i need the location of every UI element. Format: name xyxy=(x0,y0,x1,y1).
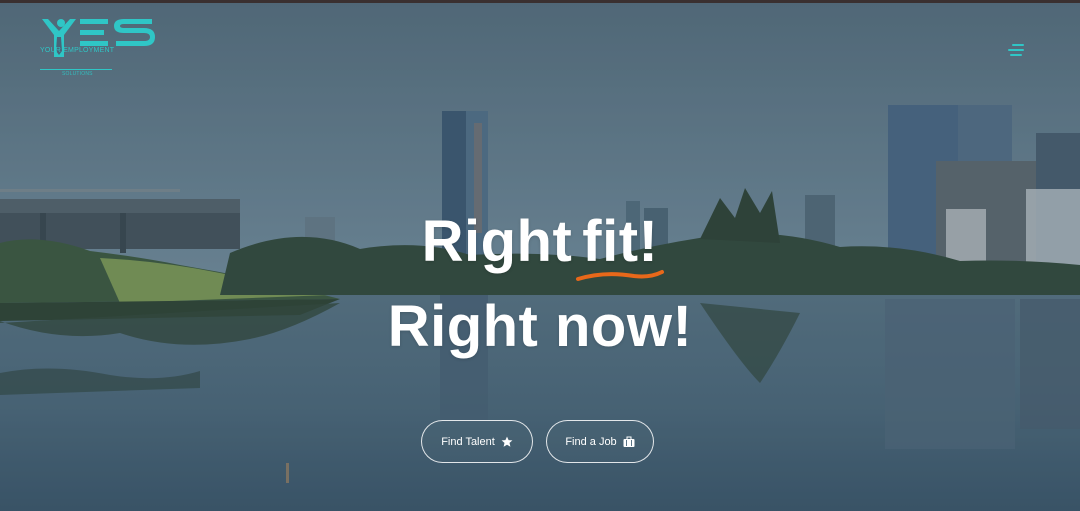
menu-bar-top xyxy=(1012,44,1024,46)
briefcase-icon xyxy=(623,436,635,448)
menu-bar-bottom xyxy=(1010,54,1022,56)
menu-bar-middle xyxy=(1008,49,1024,51)
headline-word-fit-wrapper: fit! xyxy=(576,208,665,281)
hero-headline-line1: Right fit! xyxy=(0,208,1080,281)
hero-headline-line2: Right now! xyxy=(387,294,693,359)
hamburger-menu-icon[interactable] xyxy=(1006,41,1028,59)
orange-underline-swoosh-icon xyxy=(576,270,665,281)
find-a-job-label: Find a Job xyxy=(565,435,617,448)
headline-word-right: Right xyxy=(421,209,573,274)
hero-section: YES YOUR EMPLOYMENT SOLUTIONS Rightfit! … xyxy=(0,0,1080,511)
find-a-job-button[interactable]: Find a Job xyxy=(546,420,654,463)
yes-logo-mark-icon xyxy=(42,19,155,57)
find-talent-label: Find Talent xyxy=(441,435,495,448)
logo-tagline-line2: SOLUTIONS xyxy=(62,71,93,77)
headline-word-fit: fit! xyxy=(582,209,659,274)
star-icon xyxy=(501,436,513,448)
find-talent-button[interactable]: Find Talent xyxy=(421,420,533,463)
logo-divider xyxy=(40,69,112,70)
logo-tagline-line1: YOUR EMPLOYMENT xyxy=(40,47,115,54)
logo-mark-text: YES xyxy=(40,61,41,62)
